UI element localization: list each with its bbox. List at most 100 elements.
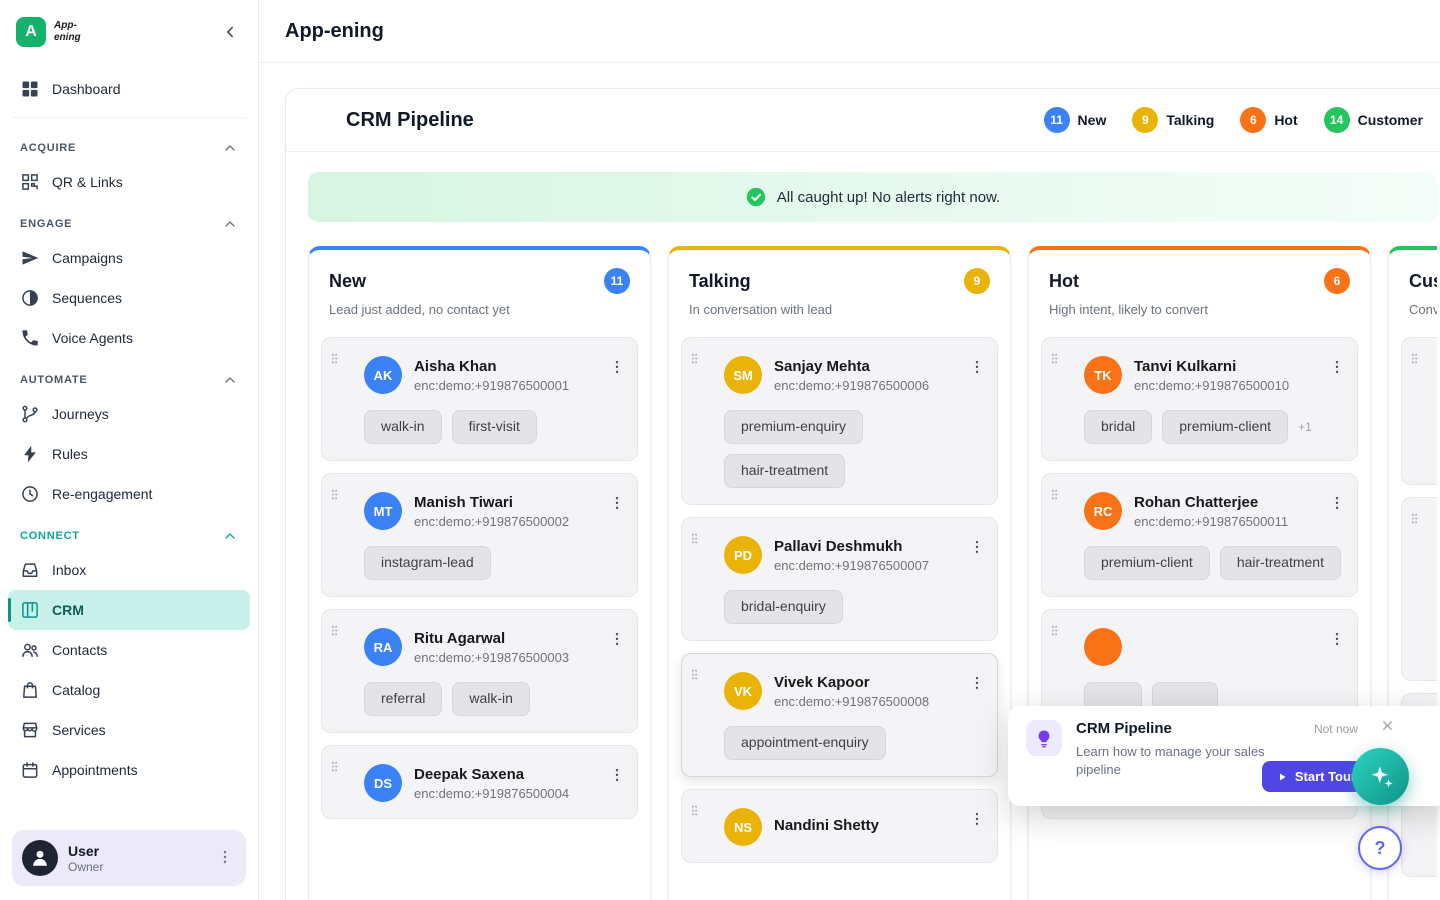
lead-avatar: SM: [724, 356, 762, 394]
section-header-automate[interactable]: AUTOMATE: [8, 358, 250, 394]
sidebar-item-label: Services: [52, 722, 106, 738]
card-menu-button[interactable]: [965, 672, 989, 696]
lead-phone: enc:demo:+919876500011: [1134, 514, 1288, 529]
card-menu-button[interactable]: [965, 536, 989, 560]
sidebar-item-crm[interactable]: CRM: [8, 590, 250, 630]
column-count-badge: 6: [1324, 268, 1350, 294]
drag-handle-icon[interactable]: [328, 624, 341, 642]
lightning-icon: [20, 444, 40, 464]
drag-handle-icon[interactable]: [1048, 488, 1061, 506]
sidebar-item-voice-agents[interactable]: Voice Agents: [8, 318, 250, 358]
section-label: ENGAGE: [20, 218, 72, 230]
drag-handle-icon[interactable]: [1408, 512, 1421, 530]
lead-card-ritu-agarwal[interactable]: RA Ritu Agarwal enc:demo:+919876500003 r…: [321, 609, 638, 733]
sidebar-item-dashboard[interactable]: Dashboard: [8, 69, 250, 109]
column-subtitle: In conversation with lead: [689, 302, 990, 317]
clock-icon: [20, 484, 40, 504]
tag: instagram-lead: [364, 546, 491, 580]
drag-handle-icon[interactable]: [1408, 352, 1421, 370]
lead-card-nandini-shetty[interactable]: NS Nandini Shetty: [681, 789, 998, 863]
sidebar-item-catalog[interactable]: Catalog: [8, 670, 250, 710]
app-root: A App-ening Dashboard ACQUIRE QR & Links: [0, 0, 1440, 900]
sidebar-item-label: Voice Agents: [52, 330, 133, 346]
card-menu-button[interactable]: [605, 492, 629, 516]
column-subtitle: High intent, likely to convert: [1049, 302, 1350, 317]
pipeline-column-talking: Talking 9 In conversation with lead: [668, 246, 1011, 900]
lead-card-deepak-saxena[interactable]: DS Deepak Saxena enc:demo:+919876500004: [321, 745, 638, 819]
lead-card-manish-tiwari[interactable]: MT Manish Tiwari enc:demo:+919876500002 …: [321, 473, 638, 597]
sidebar-item-rules[interactable]: Rules: [8, 434, 250, 474]
close-icon[interactable]: [1378, 718, 1396, 736]
card-menu-button[interactable]: [965, 356, 989, 380]
popup-title: CRM Pipeline: [1076, 720, 1281, 737]
sidebar-collapse-button[interactable]: [216, 18, 244, 46]
tag: walk-in: [452, 682, 530, 716]
section-header-engage[interactable]: ENGAGE: [8, 202, 250, 238]
ai-assistant-fab[interactable]: [1352, 748, 1409, 805]
lead-card-tanvi-kulkarni[interactable]: TK Tanvi Kulkarni enc:demo:+919876500010…: [1041, 337, 1358, 461]
drag-handle-icon[interactable]: [688, 532, 701, 550]
lead-card[interactable]: [1401, 497, 1437, 681]
sidebar-item-appointments[interactable]: Appointments: [8, 750, 250, 790]
card-menu-button[interactable]: [605, 356, 629, 380]
pipeline-header: CRM Pipeline 11 New 9 Talking 6 Hot: [286, 89, 1440, 152]
sidebar-item-campaigns[interactable]: Campaigns: [8, 238, 250, 278]
app-logo[interactable]: A App-ening: [16, 17, 92, 47]
sidebar-item-services[interactable]: Services: [8, 710, 250, 750]
user-avatar-icon: [22, 840, 58, 876]
drag-handle-icon[interactable]: [688, 668, 701, 686]
card-menu-button[interactable]: [965, 808, 989, 832]
sidebar-item-inbox[interactable]: Inbox: [8, 550, 250, 590]
sidebar-item-qr-links[interactable]: QR & Links: [8, 162, 250, 202]
card-menu-button[interactable]: [605, 628, 629, 652]
lead-card-rohan-chatterjee[interactable]: RC Rohan Chatterjee enc:demo:+9198765000…: [1041, 473, 1358, 597]
stat-count-badge: 14: [1324, 107, 1350, 133]
user-name: User: [68, 843, 103, 859]
stat-new: 11 New: [1044, 107, 1107, 133]
card-menu-button[interactable]: [1325, 356, 1349, 380]
drag-handle-icon[interactable]: [688, 804, 701, 822]
drag-handle-icon[interactable]: [328, 760, 341, 778]
lead-card-aisha-khan[interactable]: AK Aisha Khan enc:demo:+919876500001 wal…: [321, 337, 638, 461]
sidebar-item-label: Sequences: [52, 290, 122, 306]
card-menu-button[interactable]: [1325, 628, 1349, 652]
help-button[interactable]: ?: [1358, 826, 1402, 870]
tag: walk-in: [364, 410, 442, 444]
pipeline-column-new: New 11 Lead just added, no contact yet: [308, 246, 651, 900]
column-title: Talking: [689, 271, 751, 292]
sidebar-item-journeys[interactable]: Journeys: [8, 394, 250, 434]
card-menu-button[interactable]: [605, 764, 629, 788]
play-icon: [1276, 771, 1288, 783]
sidebar-item-sequences[interactable]: Sequences: [8, 278, 250, 318]
drag-handle-icon[interactable]: [328, 488, 341, 506]
not-now-button[interactable]: Not now: [1314, 722, 1358, 736]
pipeline-stats: 11 New 9 Talking 6 Hot 14: [1044, 107, 1423, 133]
sidebar-item-reengagement[interactable]: Re-engagement: [8, 474, 250, 514]
lead-card-sanjay-mehta[interactable]: SM Sanjay Mehta enc:demo:+919876500006 p…: [681, 337, 998, 505]
tag: premium-client: [1084, 546, 1210, 580]
tag: referral: [364, 682, 442, 716]
lead-card-pallavi-deshmukh[interactable]: PD Pallavi Deshmukh enc:demo:+9198765000…: [681, 517, 998, 641]
lead-name: Tanvi Kulkarni: [1134, 358, 1289, 375]
lead-name: Rohan Chatterjee: [1134, 494, 1288, 511]
user-menu-button[interactable]: [214, 847, 236, 869]
column-header: New 11 Lead just added, no contact yet: [309, 250, 650, 317]
column-cards: AK Aisha Khan enc:demo:+919876500001 wal…: [309, 317, 650, 835]
user-card[interactable]: User Owner: [12, 830, 246, 886]
section-header-acquire[interactable]: ACQUIRE: [8, 126, 250, 162]
lead-card-vivek-kapoor[interactable]: VK Vivek Kapoor enc:demo:+919876500008 a…: [681, 653, 998, 777]
drag-handle-icon[interactable]: [688, 352, 701, 370]
drag-handle-icon[interactable]: [1048, 624, 1061, 642]
bag-icon: [20, 680, 40, 700]
stat-count-badge: 9: [1132, 107, 1158, 133]
drag-handle-icon[interactable]: [328, 352, 341, 370]
kanban-icon: [20, 600, 40, 620]
card-menu-button[interactable]: [1325, 492, 1349, 516]
sidebar-item-label: Appointments: [52, 762, 138, 778]
sidebar-item-contacts[interactable]: Contacts: [8, 630, 250, 670]
section-header-connect[interactable]: CONNECT: [8, 514, 250, 550]
pipeline-title: CRM Pipeline: [346, 109, 474, 132]
drag-handle-icon[interactable]: [1048, 352, 1061, 370]
lead-card[interactable]: [1401, 337, 1437, 485]
storefront-icon: [20, 720, 40, 740]
